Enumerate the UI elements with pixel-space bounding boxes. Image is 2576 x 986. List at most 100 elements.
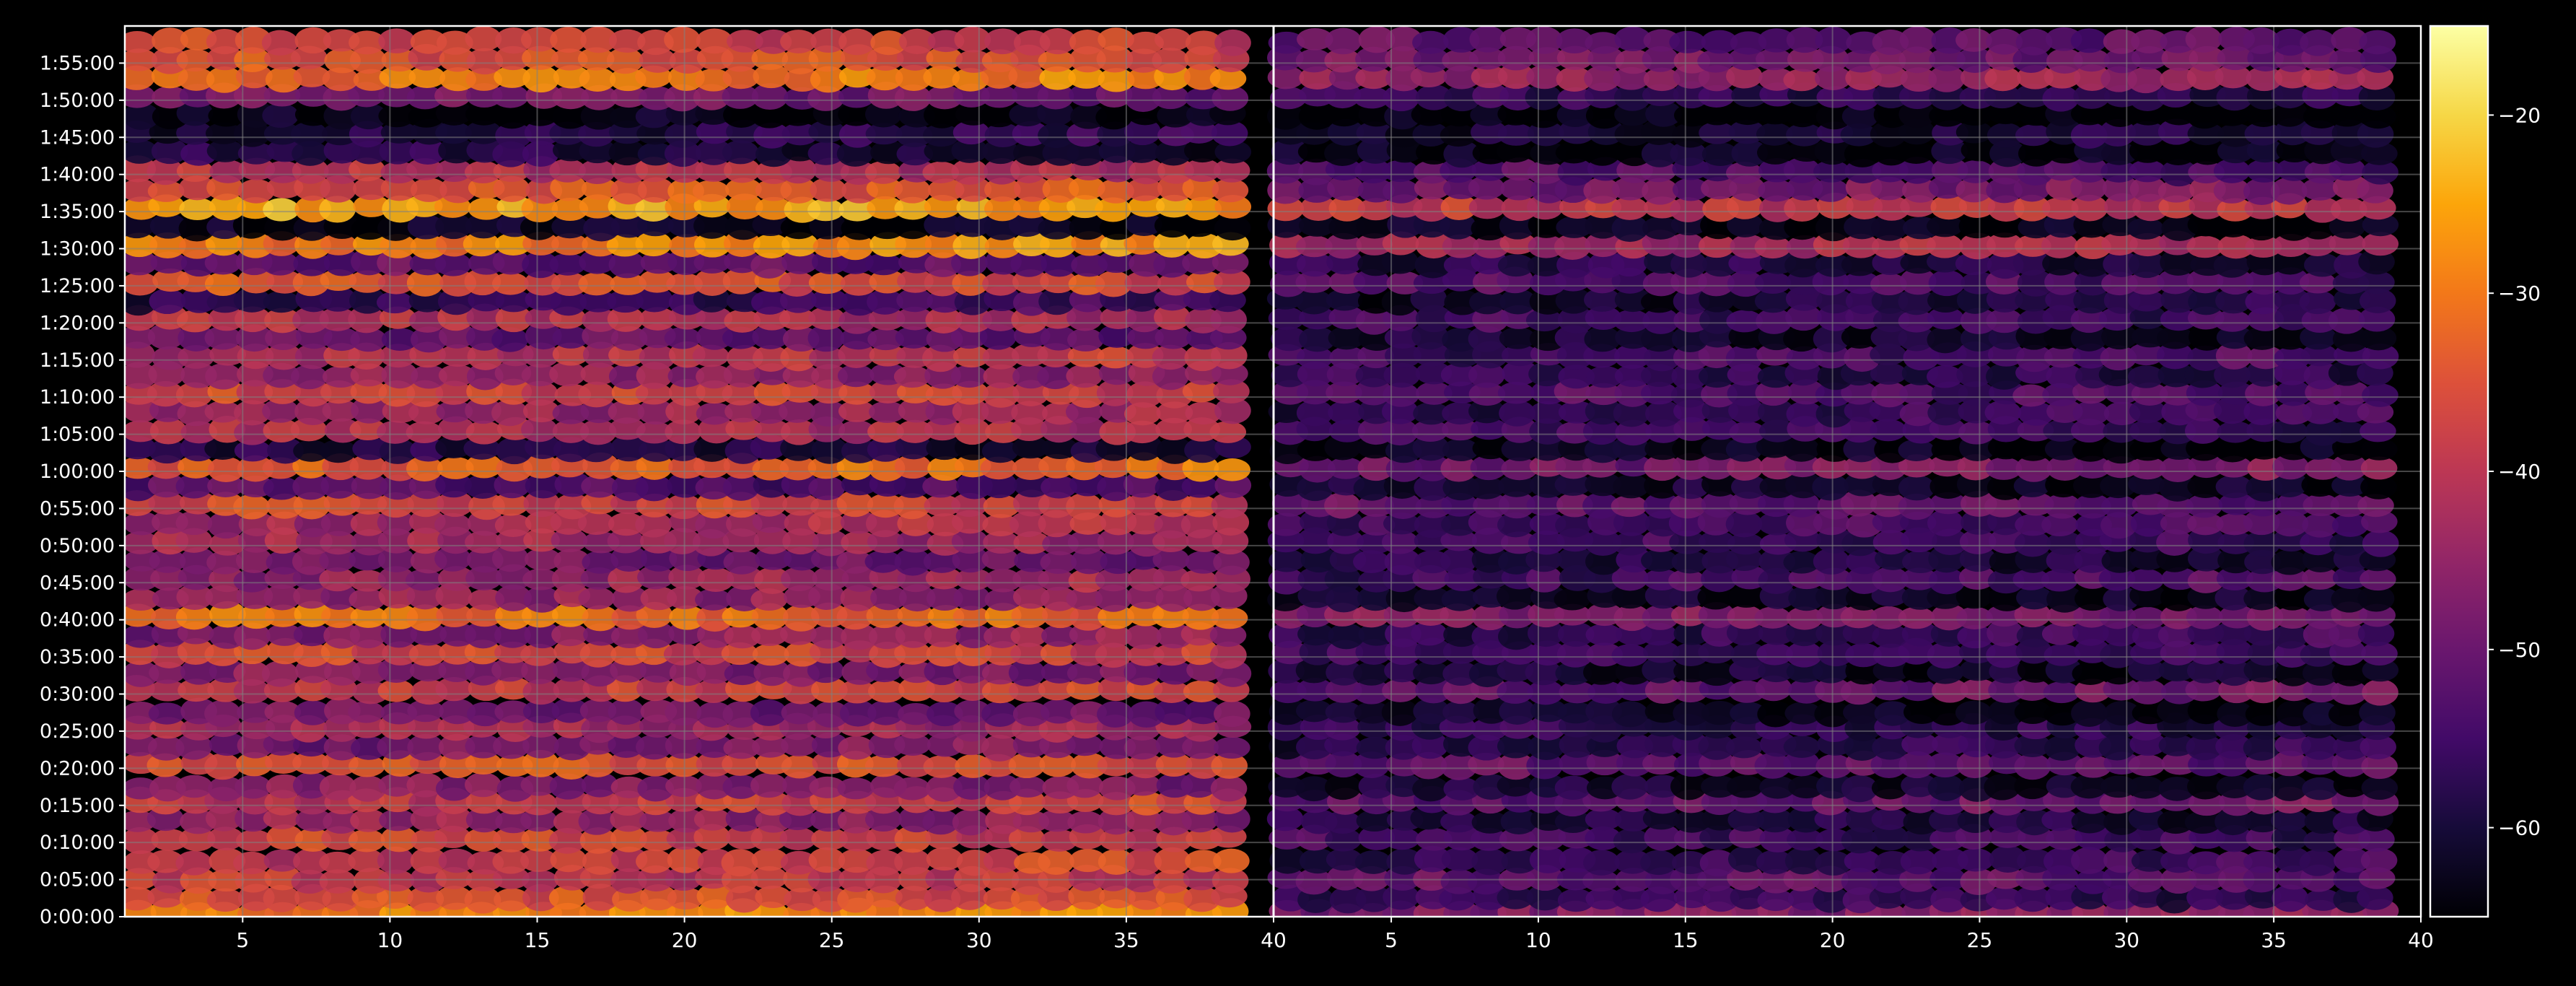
y-tick-label: 0:50:00	[40, 535, 115, 557]
heat-cell	[204, 753, 241, 780]
heat-cell	[2329, 48, 2366, 75]
heat-cell	[1412, 30, 1449, 54]
heat-cell	[2299, 849, 2336, 876]
heat-cell	[1325, 27, 1362, 55]
heat-cell	[837, 777, 875, 800]
heat-cell	[2129, 160, 2166, 183]
heat-cell	[492, 272, 529, 295]
heat-cell	[2300, 30, 2336, 56]
heat-cell	[1214, 700, 1250, 728]
heat-cell	[893, 777, 931, 800]
heat-cell	[578, 272, 615, 296]
heat-cell	[2271, 549, 2308, 575]
heat-cell	[1900, 848, 1937, 875]
y-tick-label: 1:50:00	[40, 90, 115, 112]
heat-cell	[1955, 700, 1992, 725]
heat-cell	[2362, 530, 2399, 557]
heat-cell	[1584, 326, 1621, 352]
heat-cell	[1154, 28, 1191, 51]
heat-cell	[1214, 29, 1251, 56]
heat-cell	[1152, 48, 1189, 74]
heat-cell	[465, 420, 503, 445]
heat-cell	[1870, 419, 1906, 442]
y-tick-label: 1:10:00	[40, 386, 115, 409]
heat-cell	[578, 587, 615, 610]
x-tick-label: 10	[377, 928, 403, 952]
heat-cell	[2043, 644, 2081, 666]
heat-cell	[1754, 606, 1792, 629]
heat-cell	[204, 699, 241, 728]
heat-cell	[1928, 269, 1966, 297]
heat-cell	[1611, 495, 1648, 518]
heat-cell	[1898, 606, 1935, 629]
heat-cell	[1066, 492, 1103, 520]
heat-cell	[2127, 66, 2164, 94]
heat-cell	[1209, 421, 1247, 443]
heat-cell	[1611, 701, 1649, 728]
heat-cell	[723, 549, 761, 575]
heat-cell	[2070, 28, 2108, 53]
heat-cell	[1927, 774, 1965, 801]
heat-cell	[1325, 774, 1362, 800]
heat-cell	[1214, 458, 1251, 481]
colorbar-tick-label: −30	[2498, 282, 2541, 305]
y-tick-label: 0:45:00	[40, 572, 115, 594]
heat-cell	[779, 399, 815, 423]
heat-cell	[206, 888, 244, 912]
x-tick-label: 20	[1820, 928, 1846, 952]
heat-cell	[379, 808, 416, 832]
heat-cell	[1957, 160, 1994, 183]
heat-cell	[236, 829, 273, 852]
heat-cell	[1554, 775, 1592, 800]
x-tick-label: 40	[2408, 928, 2434, 952]
y-tick-label: 1:30:00	[40, 238, 115, 261]
heat-cell	[348, 701, 385, 723]
heat-cell	[2186, 235, 2223, 258]
x-tick-label: 5	[236, 928, 249, 952]
y-tick-label: 1:35:00	[40, 201, 115, 223]
y-tick-label: 0:05:00	[40, 869, 115, 891]
heat-cell	[261, 660, 299, 687]
y-tick-label: 1:20:00	[40, 312, 115, 334]
heat-cell	[952, 809, 989, 836]
heat-cell	[1213, 848, 1250, 873]
y-tick-label: 0:25:00	[40, 720, 115, 743]
heat-cell	[2360, 420, 2396, 442]
heat-cell	[1726, 775, 1764, 798]
heat-cell	[808, 476, 845, 500]
heat-cell	[695, 588, 732, 611]
heat-cell	[864, 754, 902, 777]
heat-cell	[1898, 141, 1935, 164]
heat-cell	[2071, 847, 2108, 874]
x-tick-label: 20	[672, 928, 698, 952]
heat-cell	[1699, 661, 1735, 686]
heat-cell	[2185, 25, 2222, 53]
heat-cell	[1611, 644, 1649, 667]
heat-cell	[664, 26, 701, 53]
heat-cell	[692, 180, 730, 202]
heat-cell	[665, 122, 701, 148]
y-tick-label: 0:35:00	[40, 646, 115, 668]
heat-cell	[2015, 124, 2052, 147]
heat-cell	[1009, 775, 1046, 798]
x-tick-label: 40	[1261, 928, 1287, 952]
heat-cell	[263, 198, 299, 222]
heat-cell	[261, 30, 299, 56]
y-tick-label: 0:15:00	[40, 795, 115, 817]
heat-cell	[233, 851, 270, 875]
heat-cell	[1583, 850, 1620, 876]
heat-cell	[377, 291, 413, 314]
heat-cell	[348, 829, 385, 852]
y-tick-label: 1:15:00	[40, 349, 115, 372]
heat-cell	[1725, 345, 1763, 372]
heat-cell	[750, 772, 787, 798]
heat-cell	[1783, 736, 1821, 758]
heat-cell	[2360, 847, 2398, 873]
heat-cell	[1038, 848, 1074, 875]
heat-cell	[807, 198, 844, 222]
y-tick-label: 1:40:00	[40, 164, 115, 186]
heat-cell	[175, 775, 213, 798]
heat-cell	[175, 510, 213, 536]
heat-cell	[781, 701, 818, 725]
heat-cell	[838, 28, 875, 56]
